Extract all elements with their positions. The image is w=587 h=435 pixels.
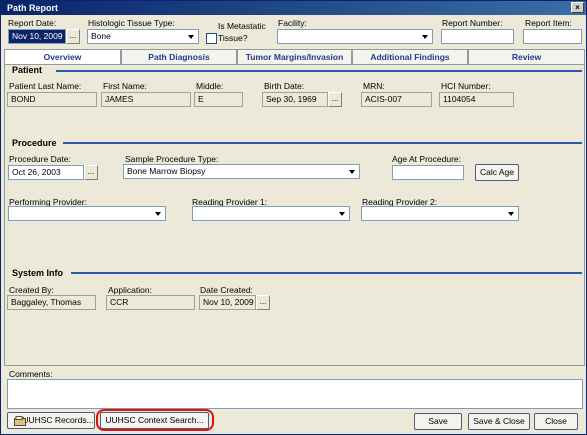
chevron-down-icon[interactable]: [153, 208, 164, 219]
metastatic-checkbox[interactable]: [206, 33, 217, 44]
facility-label: Facility:: [278, 18, 307, 28]
tab-tumor-margins[interactable]: Tumor Margins/Invasion: [237, 49, 352, 65]
first-name-label: First Name:: [103, 81, 147, 91]
path-report-window: Path Report × Report Date: Nov 10, 2009 …: [0, 0, 587, 435]
report-date-picker-button[interactable]: ...: [66, 29, 80, 44]
last-name-field: BOND: [7, 92, 97, 107]
patient-section-title: Patient: [12, 65, 43, 75]
date-created-field: Nov 10, 2009: [199, 295, 256, 310]
created-by-label: Created By:: [9, 285, 54, 295]
save-button[interactable]: Save: [414, 413, 462, 430]
procedure-section-title: Procedure: [12, 138, 57, 148]
close-button[interactable]: Close: [534, 413, 578, 430]
mrn-label: MRN:: [363, 81, 385, 91]
middle-label: Middle:: [196, 81, 224, 91]
chevron-down-icon[interactable]: [420, 31, 431, 42]
section-divider: [63, 142, 582, 144]
section-divider: [71, 272, 582, 274]
report-date-label: Report Date:: [8, 18, 57, 28]
report-number-label: Report Number:: [442, 18, 503, 28]
tab-bar: Overview Path Diagnosis Tumor Margins/In…: [4, 49, 585, 65]
chevron-down-icon[interactable]: [337, 208, 348, 219]
hci-number-field: 1104054: [439, 92, 514, 107]
tissue-type-label: Histologic Tissue Type:: [88, 18, 175, 28]
tab-review[interactable]: Review: [468, 49, 585, 65]
window-title: Path Report: [7, 3, 59, 13]
calc-age-button[interactable]: Calc Age: [475, 164, 519, 181]
date-created-picker-button: ...: [256, 295, 270, 310]
procedure-date-picker-button[interactable]: ...: [84, 165, 98, 180]
procedure-date-label: Procedure Date:: [9, 154, 71, 164]
close-icon[interactable]: ×: [571, 2, 584, 13]
procedure-type-select[interactable]: Bone Marrow Biopsy: [123, 164, 360, 179]
records-icon: [14, 416, 26, 426]
birth-date-label: Birth Date:: [264, 81, 305, 91]
tab-overview[interactable]: Overview: [4, 49, 121, 65]
reading-provider-2-select[interactable]: [361, 206, 519, 221]
report-date-field[interactable]: Nov 10, 2009: [8, 29, 66, 44]
comments-textarea[interactable]: [7, 379, 583, 409]
application-field: CCR: [106, 295, 195, 310]
birth-date-field: Sep 30, 1969: [262, 92, 328, 107]
procedure-type-value: Bone Marrow Biopsy: [127, 166, 206, 176]
facility-select[interactable]: [277, 29, 433, 44]
age-at-procedure-field[interactable]: [392, 165, 464, 180]
performing-provider-select[interactable]: [8, 206, 166, 221]
title-bar: Path Report ×: [1, 1, 586, 15]
last-name-label: Patient Last Name:: [9, 81, 82, 91]
report-item-field[interactable]: [523, 29, 582, 44]
tissue-type-select[interactable]: Bone: [87, 29, 199, 44]
application-label: Application:: [108, 285, 152, 295]
first-name-field: JAMES: [101, 92, 191, 107]
hci-number-label: HCI Number:: [441, 81, 491, 91]
report-item-label: Report Item:: [525, 18, 572, 28]
middle-field: E: [194, 92, 243, 107]
chevron-down-icon[interactable]: [506, 208, 517, 219]
tab-additional-findings[interactable]: Additional Findings: [352, 49, 468, 65]
uuhsc-records-label: UUHSC Records...: [22, 415, 94, 425]
chevron-down-icon[interactable]: [186, 31, 197, 42]
section-divider: [56, 70, 582, 72]
created-by-field: Baggaley, Thomas: [7, 295, 96, 310]
chevron-down-icon[interactable]: [347, 166, 358, 177]
comments-label: Comments:: [9, 369, 53, 379]
birth-date-picker-button: ...: [328, 92, 342, 107]
procedure-type-label: Sample Procedure Type:: [125, 154, 219, 164]
mrn-field: ACIS-007: [361, 92, 432, 107]
system-info-section-title: System Info: [12, 268, 64, 278]
report-number-field[interactable]: [441, 29, 514, 44]
metastatic-label-2: Tissue?: [218, 33, 248, 43]
metastatic-label: Is Metastatic: [218, 21, 266, 31]
procedure-date-field[interactable]: Oct 26, 2003: [8, 165, 84, 180]
age-at-procedure-label: Age At Procedure:: [392, 154, 461, 164]
date-created-label: Date Created:: [200, 285, 253, 295]
uuhsc-context-search-button[interactable]: UUHSC Context Search...: [100, 412, 209, 429]
reading-provider-1-select[interactable]: [192, 206, 350, 221]
tab-path-diagnosis[interactable]: Path Diagnosis: [121, 49, 237, 65]
tissue-type-value: Bone: [91, 31, 111, 41]
save-close-button[interactable]: Save & Close: [468, 413, 530, 430]
